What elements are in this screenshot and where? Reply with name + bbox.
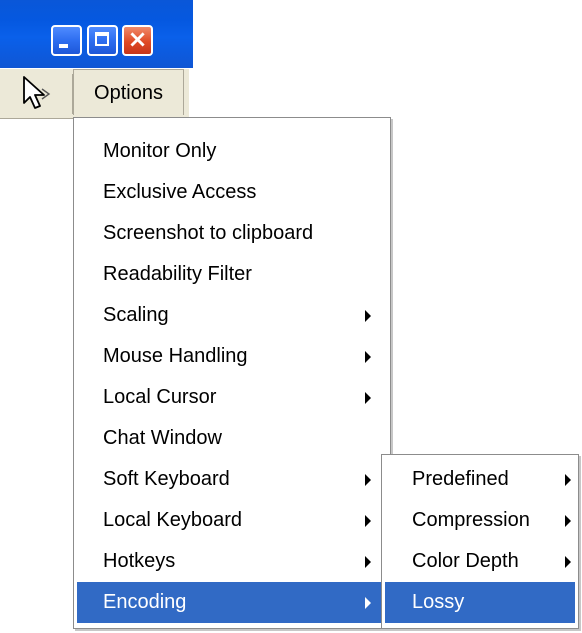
submenu-arrow-icon (365, 556, 371, 568)
window-corner: × Options (0, 0, 193, 120)
menu-item-label: Color Depth (412, 550, 519, 572)
menu-item-encoding[interactable]: Encoding (77, 582, 387, 623)
minimize-icon (59, 44, 68, 48)
menu-item-label: Monitor Only (103, 140, 217, 162)
menu-item-exclusive-access[interactable]: Exclusive Access (77, 172, 387, 213)
menu-item-label: Readability Filter (103, 263, 252, 285)
menu-item-monitor-only[interactable]: Monitor Only (77, 131, 387, 172)
menu-item-label: Chat Window (103, 427, 222, 449)
minimize-button[interactable] (51, 25, 82, 56)
menu-item-label: Compression (412, 509, 530, 531)
menu-item-chat-window[interactable]: Chat Window (77, 418, 387, 459)
menu-item-label: Exclusive Access (103, 181, 257, 203)
menu-item-label: Screenshot to clipboard (103, 222, 314, 244)
submenu-arrow-icon (365, 474, 371, 486)
submenu-arrow-icon (565, 556, 571, 568)
maximize-icon (95, 32, 109, 46)
submenu-item-predefined[interactable]: Predefined (385, 459, 575, 500)
options-menu: Monitor Only Exclusive Access Screenshot… (73, 117, 391, 629)
submenu-arrow-icon (365, 515, 371, 527)
menu-item-soft-keyboard[interactable]: Soft Keyboard (77, 459, 387, 500)
title-bar[interactable]: × (0, 0, 193, 68)
menu-item-local-keyboard[interactable]: Local Keyboard (77, 500, 387, 541)
submenu-arrow-icon (365, 392, 371, 404)
menu-item-screenshot-to-clipboard[interactable]: Screenshot to clipboard (77, 213, 387, 254)
menu-item-local-cursor[interactable]: Local Cursor (77, 377, 387, 418)
submenu-arrow-icon (365, 597, 371, 609)
submenu-item-compression[interactable]: Compression (385, 500, 575, 541)
close-button[interactable]: × (122, 25, 153, 56)
menu-item-label: Hotkeys (103, 550, 176, 572)
submenu-arrow-icon (365, 310, 371, 322)
submenu-arrow-icon (565, 515, 571, 527)
menu-item-scaling[interactable]: Scaling (77, 295, 387, 336)
menu-item-label: Predefined (412, 468, 509, 490)
maximize-button[interactable] (87, 25, 118, 56)
options-menu-button[interactable]: Options (73, 69, 184, 115)
menu-item-readability-filter[interactable]: Readability Filter (77, 254, 387, 295)
menu-item-label: Encoding (103, 591, 187, 613)
menu-item-hotkeys[interactable]: Hotkeys (77, 541, 387, 582)
arrow-cursor-icon (23, 76, 51, 109)
cursor-tool-button[interactable] (14, 74, 73, 114)
menu-item-label: Local Cursor (103, 386, 217, 408)
menu-item-label: Mouse Handling (103, 345, 248, 367)
menu-item-label: Scaling (103, 304, 169, 326)
submenu-item-lossy[interactable]: Lossy (385, 582, 575, 623)
submenu-arrow-icon (365, 351, 371, 363)
menu-bar: Options (0, 68, 189, 119)
submenu-arrow-icon (565, 474, 571, 486)
encoding-submenu: Predefined Compression Color Depth Lossy (381, 454, 579, 629)
menu-item-label: Lossy (412, 591, 465, 613)
menu-item-mouse-handling[interactable]: Mouse Handling (77, 336, 387, 377)
close-icon: × (127, 25, 148, 53)
submenu-item-color-depth[interactable]: Color Depth (385, 541, 575, 582)
menu-item-label: Soft Keyboard (103, 468, 230, 490)
menu-item-label: Local Keyboard (103, 509, 242, 531)
